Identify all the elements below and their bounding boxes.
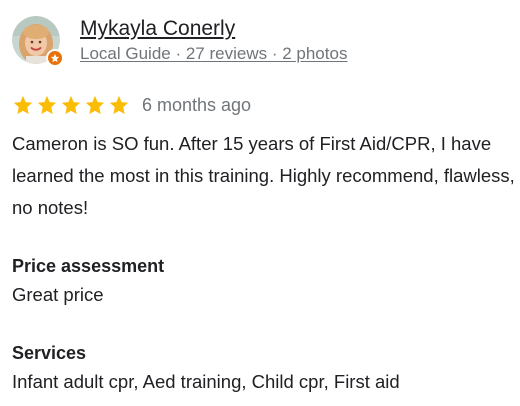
meta-separator: · — [267, 44, 283, 63]
review-text: Cameron is SO fun. After 15 years of Fir… — [12, 133, 515, 218]
author-meta-link[interactable]: Local Guide · 27 reviews · 2 photos — [80, 42, 347, 66]
rating-row: 6 months ago — [12, 92, 251, 118]
review-time: 6 months ago — [142, 94, 252, 115]
author-name-link[interactable]: Mykayla Conerly — [80, 16, 347, 42]
star-filled-icon — [12, 94, 34, 116]
star-filled-icon — [36, 94, 58, 116]
meta-separator: · — [170, 44, 186, 63]
author-info: Mykayla Conerly Local Guide · 27 reviews… — [80, 16, 347, 66]
star-rating — [12, 94, 130, 116]
price-assessment-value: Great price — [12, 284, 104, 305]
review-card: Mykayla Conerly Local Guide · 27 reviews… — [0, 0, 520, 406]
local-guide-star-icon — [46, 49, 64, 67]
review-header: Mykayla Conerly Local Guide · 27 reviews… — [12, 16, 347, 67]
price-assessment-heading: Price assessment — [12, 256, 165, 276]
local-guide-label[interactable]: Local Guide — [80, 42, 171, 66]
star-filled-icon — [84, 94, 106, 116]
photo-count[interactable]: 2 photos — [282, 42, 347, 66]
avatar-container[interactable] — [12, 16, 64, 67]
services-value: Infant adult cpr, Aed training, Child cp… — [12, 371, 400, 392]
services-heading: Services — [12, 343, 87, 363]
star-filled-icon — [108, 94, 130, 116]
review-count[interactable]: 27 reviews — [186, 42, 267, 66]
star-filled-icon — [60, 94, 82, 116]
